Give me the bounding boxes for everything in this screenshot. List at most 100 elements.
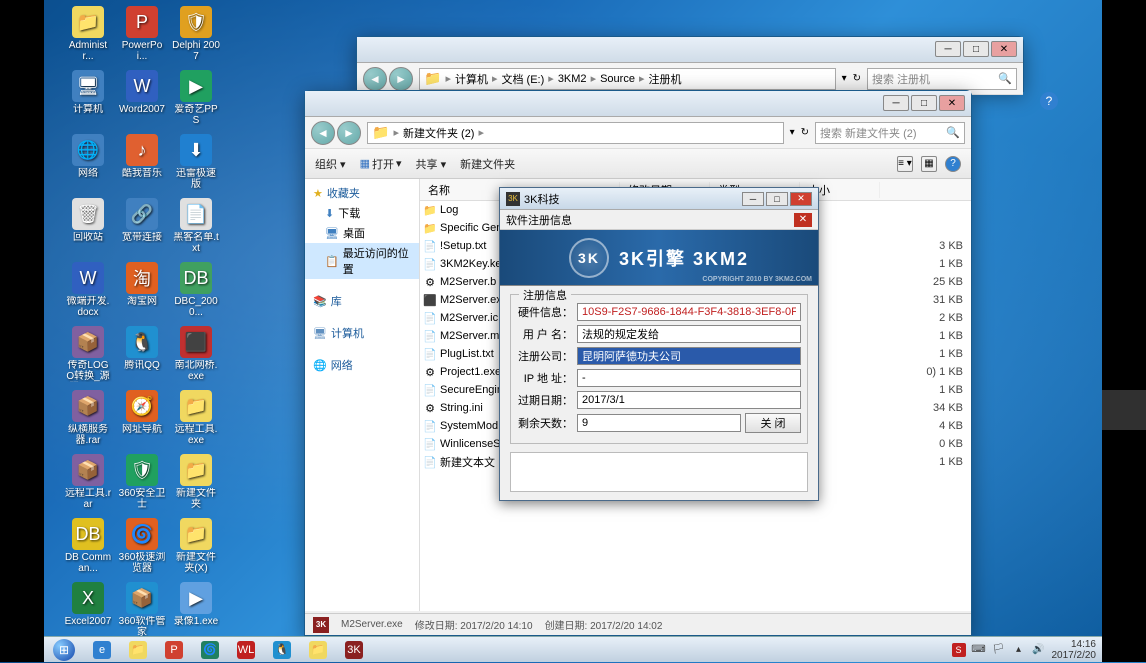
- expire-date-field[interactable]: [577, 391, 801, 409]
- file-type-icon: 3K: [313, 617, 329, 633]
- desktop-icon[interactable]: 🖥计算机: [64, 70, 112, 115]
- explorer-window-back: ─ □ ✕ ◄ ► 📁 ▸ 计算机▸ 文档 (E:)▸ 3KM2▸ Source…: [356, 36, 1024, 92]
- open-button[interactable]: ▦ 打开 ▾: [360, 156, 402, 172]
- share-menu[interactable]: 共享 ▾: [416, 156, 447, 172]
- ip-field[interactable]: [577, 369, 801, 387]
- desktop-icon[interactable]: WWord2007: [118, 70, 166, 115]
- tray-input-icon[interactable]: ⌨: [972, 643, 986, 657]
- registration-dialog: 3K 3K科技 ─ □ ✕ 软件注册信息 ✕ 3K 3K引擎 3KM2 COPY…: [499, 187, 819, 501]
- desktop-icon[interactable]: ▶录像1.exe: [172, 582, 220, 627]
- sidebar-downloads[interactable]: ⬇下载: [305, 203, 419, 223]
- taskbar-item[interactable]: 🌀: [192, 638, 228, 662]
- desktop-icon[interactable]: PPowerPoi...: [118, 6, 166, 62]
- taskbar-item[interactable]: P: [156, 638, 192, 662]
- taskbar-item[interactable]: WL: [228, 638, 264, 662]
- taskbar: ⊞ e📁P🌀WL🐧📁3K S ⌨ 🏳 ▴ 🔊 14:16 2017/2/20: [44, 636, 1102, 662]
- close-icon[interactable]: ✕: [794, 213, 812, 227]
- preview-pane-icon[interactable]: ▦: [921, 156, 937, 172]
- tray-flag-icon[interactable]: 🏳: [992, 643, 1006, 657]
- desktop-icon[interactable]: 📁远程工具.exe: [172, 390, 220, 446]
- desktop-icon[interactable]: XExcel2007: [64, 582, 112, 627]
- company-field[interactable]: [577, 347, 801, 365]
- maximize-button[interactable]: □: [963, 41, 989, 57]
- sidebar-recent[interactable]: 📋最近访问的位置: [305, 243, 419, 279]
- clock[interactable]: 14:16 2017/2/20: [1052, 639, 1097, 661]
- desktop-icon[interactable]: 🗑回收站: [64, 198, 112, 243]
- desktop-icon[interactable]: W微端开发.docx: [64, 262, 112, 318]
- maximize-button[interactable]: □: [766, 192, 788, 206]
- close-dialog-button[interactable]: 关 闭: [745, 413, 801, 433]
- minimize-button[interactable]: ─: [742, 192, 764, 206]
- sidebar-desktop[interactable]: 🖥桌面: [305, 223, 419, 243]
- desktop-icon[interactable]: 📦远程工具.rar: [64, 454, 112, 510]
- side-panel-handle[interactable]: [1102, 390, 1146, 430]
- taskbar-item[interactable]: 🐧: [264, 638, 300, 662]
- dialog-subtitle: 软件注册信息: [506, 212, 572, 228]
- hardware-info-field[interactable]: [577, 303, 801, 321]
- desktop-icon[interactable]: 📁新建文件夹: [172, 454, 220, 510]
- desktop-icon[interactable]: ⬛南北网桥.exe: [172, 326, 220, 382]
- sidebar-favorites[interactable]: ★收藏夹: [305, 183, 419, 203]
- search-input[interactable]: 搜索 注册机🔍: [867, 68, 1017, 90]
- remaining-days-field[interactable]: [577, 414, 741, 432]
- desktop-icon[interactable]: 🧭网址导航: [118, 390, 166, 435]
- desktop-icon[interactable]: 🌐网络: [64, 134, 112, 179]
- search-input[interactable]: 搜索 新建文件夹 (2)🔍: [815, 122, 965, 144]
- desktop-icon[interactable]: DBDBC_2000...: [172, 262, 220, 318]
- username-field[interactable]: [577, 325, 801, 343]
- sidebar: ★收藏夹 ⬇下载 🖥桌面 📋最近访问的位置 📚库 🖥计算机 🌐网络: [305, 179, 420, 611]
- desktop-icon[interactable]: ▶爱奇艺PPS: [172, 70, 220, 126]
- maximize-button[interactable]: □: [911, 95, 937, 111]
- help-icon[interactable]: ?: [1040, 92, 1058, 110]
- desktop-icon[interactable]: 📄黑客名单.txt: [172, 198, 220, 254]
- new-folder-button[interactable]: 新建文件夹: [460, 156, 515, 172]
- toolbar: 组织 ▾ ▦ 打开 ▾ 共享 ▾ 新建文件夹 ≡ ▾ ▦ ?: [305, 149, 971, 179]
- desktop-icon[interactable]: 📦纵横服务器.rar: [64, 390, 112, 446]
- breadcrumb[interactable]: 📁▸ 新建文件夹 (2)▸: [367, 122, 784, 144]
- desktop-icon[interactable]: 📦360软件管家: [118, 582, 166, 638]
- close-button[interactable]: ✕: [790, 192, 812, 206]
- nav-forward-button[interactable]: ►: [389, 67, 413, 91]
- sidebar-network[interactable]: 🌐网络: [305, 355, 419, 375]
- system-tray: S ⌨ 🏳 ▴ 🔊 14:16 2017/2/20: [946, 639, 1103, 661]
- desktop-icon[interactable]: ♪酷我音乐: [118, 134, 166, 179]
- close-button[interactable]: ✕: [939, 95, 965, 111]
- nav-forward-button[interactable]: ►: [337, 121, 361, 145]
- desktop-icon[interactable]: 🐧腾讯QQ: [118, 326, 166, 371]
- desktop-icon[interactable]: ⬇迅雷极速版: [172, 134, 220, 190]
- desktop-icon[interactable]: 🛡360安全卫士: [118, 454, 166, 510]
- nav-back-button[interactable]: ◄: [311, 121, 335, 145]
- dialog-titlebar[interactable]: 3K 3K科技 ─ □ ✕: [500, 188, 818, 210]
- status-bar: 3K M2Server.exe 修改日期: 2017/2/20 14:10 创建…: [305, 613, 971, 635]
- banner: 3K 3K引擎 3KM2 COPYRIGHT 2010 BY 3KM2.COM: [500, 230, 818, 286]
- desktop-icon[interactable]: 🛡Delphi 2007: [172, 6, 220, 62]
- desktop-icon[interactable]: 淘淘宝网: [118, 262, 166, 307]
- tray-icon[interactable]: S: [952, 643, 966, 657]
- taskbar-item[interactable]: e: [84, 638, 120, 662]
- sidebar-libraries[interactable]: 📚库: [305, 291, 419, 311]
- minimize-button[interactable]: ─: [883, 95, 909, 111]
- tray-chevron-icon[interactable]: ▴: [1012, 643, 1026, 657]
- tray-volume-icon[interactable]: 🔊: [1032, 643, 1046, 657]
- taskbar-item[interactable]: 3K: [336, 638, 372, 662]
- taskbar-item[interactable]: 📁: [300, 638, 336, 662]
- close-button[interactable]: ✕: [991, 41, 1017, 57]
- organize-menu[interactable]: 组织 ▾: [315, 156, 346, 172]
- minimize-button[interactable]: ─: [935, 41, 961, 57]
- desktop-icon[interactable]: 📦传奇LOGO转换_源码_D2...: [64, 326, 112, 382]
- desktop-icon[interactable]: 🌀360极速浏览器: [118, 518, 166, 574]
- search-icon: 🔍: [998, 72, 1012, 85]
- view-options-icon[interactable]: ≡ ▾: [897, 156, 913, 172]
- sidebar-computer[interactable]: 🖥计算机: [305, 323, 419, 343]
- form-legend: 注册信息: [519, 287, 571, 303]
- search-icon: 🔍: [946, 126, 960, 139]
- start-button[interactable]: ⊞: [44, 637, 84, 663]
- desktop-icon[interactable]: 📁新建文件夹(X): [172, 518, 220, 574]
- desktop-icon[interactable]: DBDB Comman...: [64, 518, 112, 574]
- breadcrumb[interactable]: 📁 ▸ 计算机▸ 文档 (E:)▸ 3KM2▸ Source▸ 注册机: [419, 68, 836, 90]
- nav-back-button[interactable]: ◄: [363, 67, 387, 91]
- desktop-icon[interactable]: 🔗宽带连接: [118, 198, 166, 243]
- help-icon[interactable]: ?: [945, 156, 961, 172]
- taskbar-item[interactable]: 📁: [120, 638, 156, 662]
- desktop-icon[interactable]: 📁Administr...: [64, 6, 112, 62]
